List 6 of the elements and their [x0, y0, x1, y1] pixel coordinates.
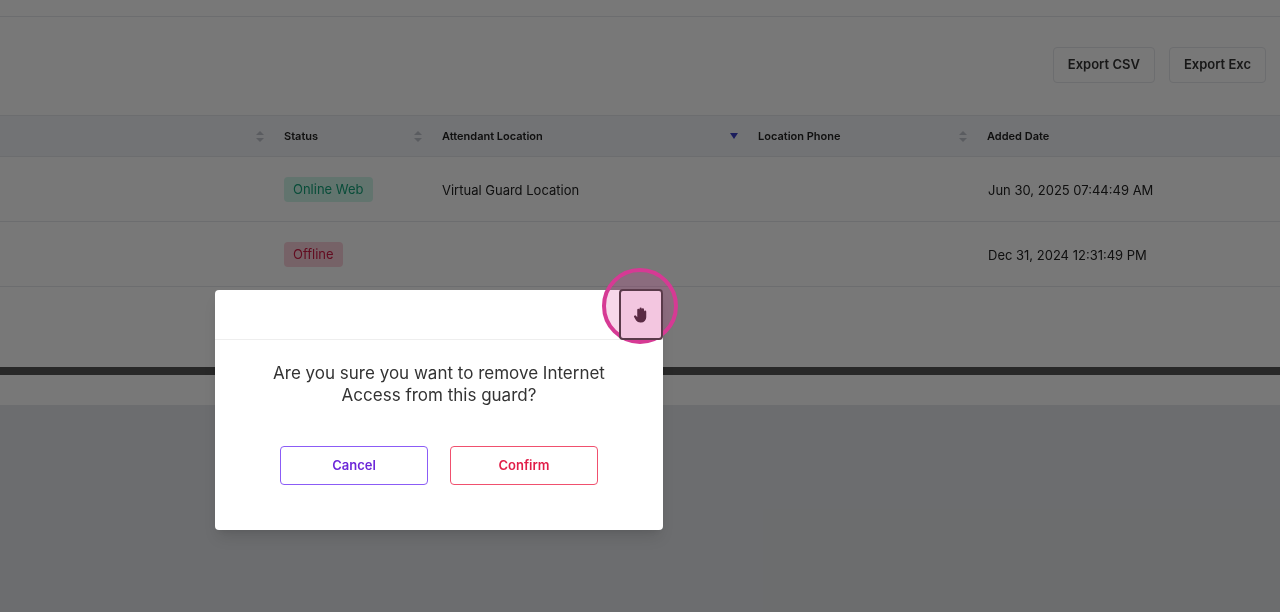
- table-cell: Jun 30, 2025 07:44:49 AM: [988, 182, 1154, 198]
- table-cell: Dec 31, 2024 12:31:49 PM: [988, 247, 1147, 263]
- table-cell: Virtual Guard Location: [442, 182, 580, 198]
- dialog-message: Are you sure you want to remove Internet Access from this guard?: [272, 362, 606, 406]
- status-badge: Online Web: [284, 176, 373, 203]
- status-badge: Offline: [284, 241, 343, 268]
